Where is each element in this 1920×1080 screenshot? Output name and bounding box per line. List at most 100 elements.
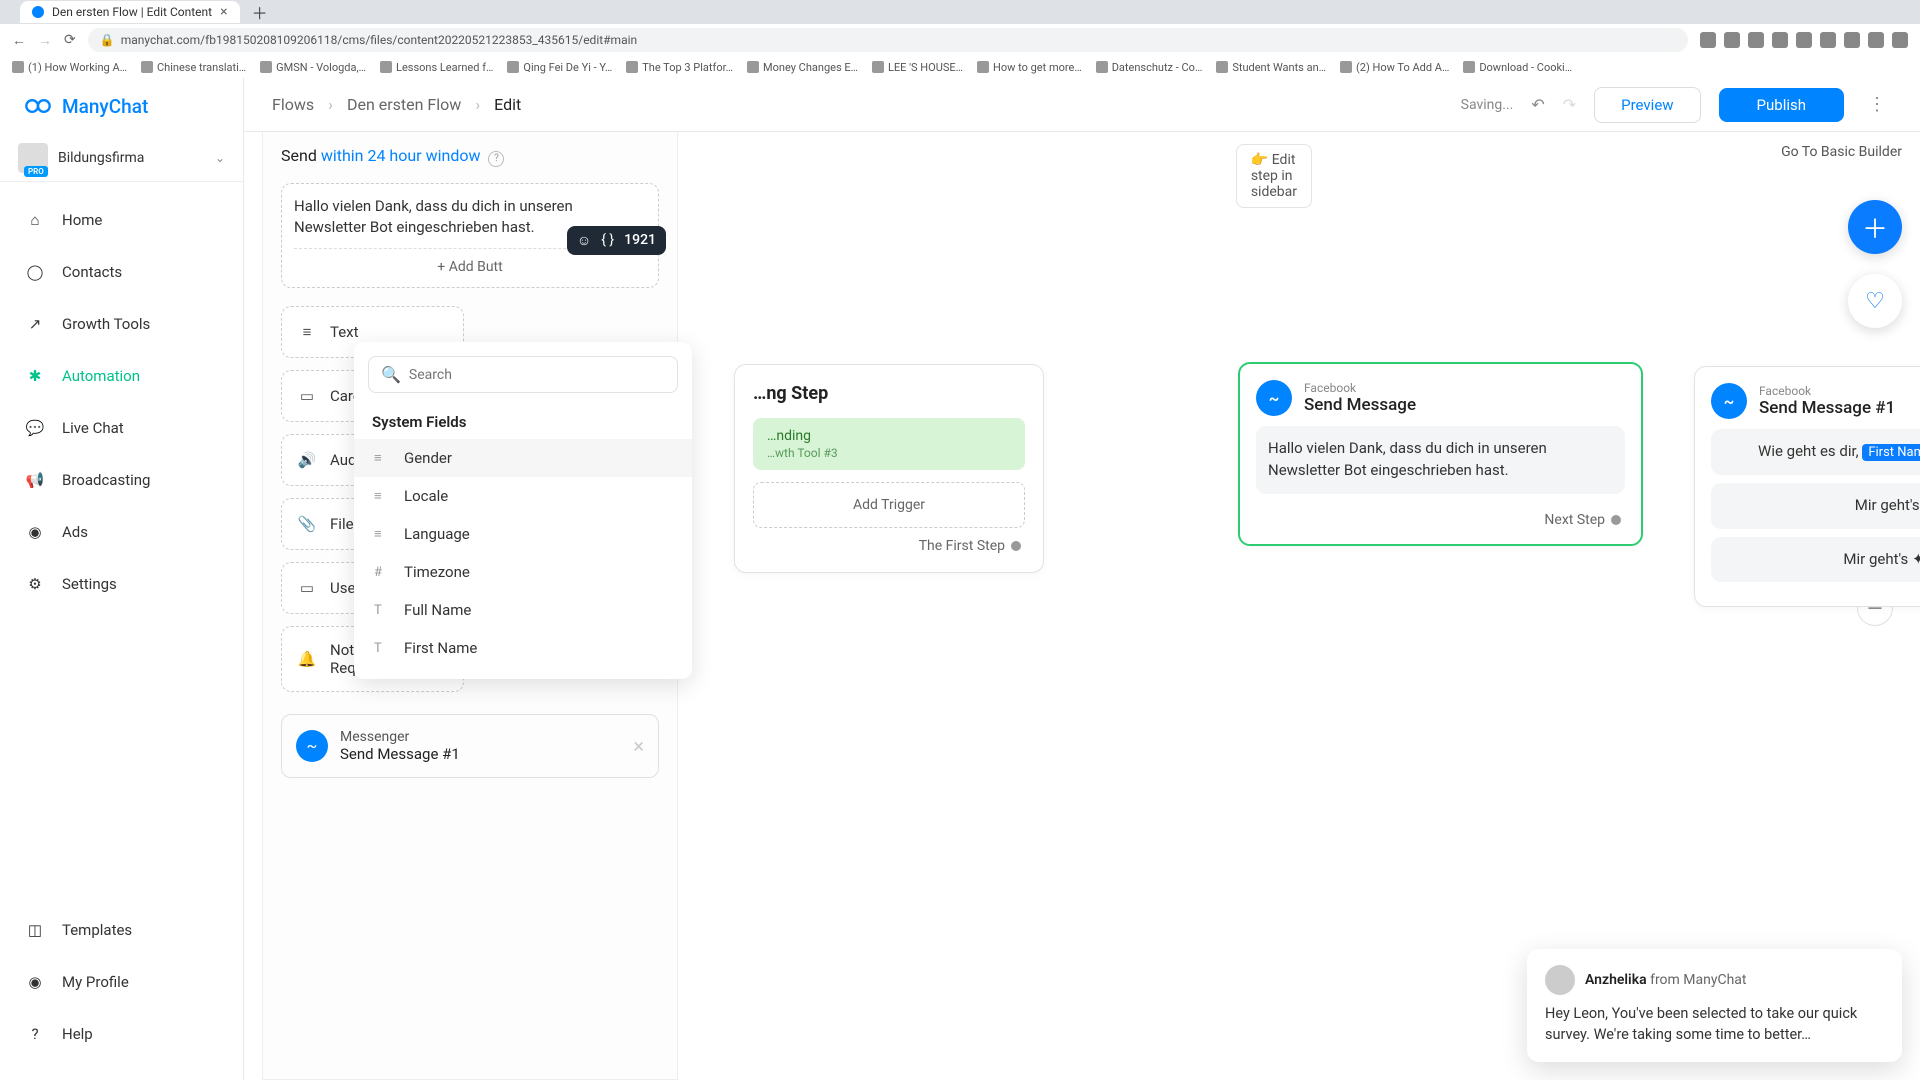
breadcrumb-edit: Edit bbox=[494, 95, 521, 114]
info-icon[interactable]: ? bbox=[488, 151, 504, 167]
preview-button[interactable]: Preview bbox=[1594, 87, 1700, 123]
breadcrumb-flow-name[interactable]: Den ersten Flow bbox=[347, 95, 461, 114]
bookmark-item[interactable]: Download - Cooki… bbox=[1463, 61, 1572, 74]
field-gender[interactable]: ≡Gender bbox=[354, 439, 692, 477]
flow-canvas[interactable]: 👉 Edit step in sidebar Go To Basic Build… bbox=[244, 132, 1920, 1080]
back-icon[interactable]: ← bbox=[12, 32, 26, 49]
url-bar[interactable]: 🔒 manychat.com/fb198150208109206118/cms/… bbox=[88, 28, 1688, 52]
ext-icon[interactable] bbox=[1844, 32, 1860, 48]
field-timezone[interactable]: #Timezone bbox=[354, 553, 692, 591]
label: File bbox=[330, 515, 354, 533]
label: Full Name bbox=[404, 601, 471, 619]
fields-search[interactable]: 🔍 bbox=[368, 356, 678, 393]
ext-icon[interactable] bbox=[1772, 32, 1788, 48]
pro-badge: PRO bbox=[24, 166, 48, 177]
message-block[interactable]: Hallo vielen Dank, dass du dich in unser… bbox=[281, 183, 659, 288]
field-language[interactable]: ≡Language bbox=[354, 515, 692, 553]
ext-icon[interactable] bbox=[1700, 32, 1716, 48]
add-step-fab[interactable]: ＋ bbox=[1848, 200, 1902, 254]
bookmark-item[interactable]: (1) How Working A… bbox=[12, 61, 127, 74]
nav-label: Home bbox=[62, 211, 102, 229]
goto-basic-builder-link[interactable]: Go To Basic Builder bbox=[1781, 144, 1902, 160]
nav-broadcasting[interactable]: 📢Broadcasting bbox=[0, 454, 243, 506]
nav-templates[interactable]: ◫Templates bbox=[0, 904, 243, 956]
url-text: manychat.com/fb198150208109206118/cms/fi… bbox=[121, 33, 637, 47]
file-icon: 📎 bbox=[296, 513, 318, 535]
next-message-card[interactable]: ~ Messenger Send Message #1 × bbox=[281, 714, 659, 778]
bookmark-item[interactable]: Qing Fei De Yi - Y… bbox=[507, 61, 612, 74]
browser-tab[interactable]: Den ersten Flow | Edit Content × bbox=[20, 1, 240, 23]
help-icon: ? bbox=[24, 1023, 46, 1045]
nav-growth-tools[interactable]: ↗Growth Tools bbox=[0, 298, 243, 350]
field-locale[interactable]: ≡Locale bbox=[354, 477, 692, 515]
variable-chip: First Name bbox=[1862, 444, 1920, 461]
close-icon[interactable]: × bbox=[220, 4, 227, 20]
facebook-icon: ~ bbox=[1256, 380, 1292, 416]
publish-button[interactable]: Publish bbox=[1719, 88, 1844, 122]
logo[interactable]: ManyChat bbox=[0, 78, 243, 134]
new-tab-button[interactable]: ＋ bbox=[252, 0, 268, 24]
app-sidebar: ManyChat PRO Bildungsfirma ⌄ ⌂Home ◯Cont… bbox=[0, 78, 244, 1080]
bookmark-item[interactable]: LEE 'S HOUSE… bbox=[872, 61, 963, 74]
platform-label: Facebook bbox=[1304, 381, 1416, 395]
search-input[interactable] bbox=[409, 367, 665, 383]
ext-icon[interactable] bbox=[1868, 32, 1884, 48]
chat-from: from ManyChat bbox=[1647, 972, 1747, 988]
emoji-icon[interactable]: ☺ bbox=[577, 232, 591, 249]
bookmark-item[interactable]: Chinese translati… bbox=[141, 61, 246, 74]
add-trigger-button[interactable]: Add Trigger bbox=[753, 482, 1025, 528]
node-send-message-1[interactable]: ~ FacebookSend Message #1 Wie geht es di… bbox=[1694, 366, 1920, 607]
step-title: Send Message #1 bbox=[340, 745, 460, 763]
node-send-message[interactable]: ~ FacebookSend Message Hallo vielen Dank… bbox=[1238, 362, 1643, 546]
more-icon[interactable]: ⋮ bbox=[1862, 94, 1892, 115]
ads-icon: ◉ bbox=[24, 521, 46, 543]
intercom-chat-popup[interactable]: Anzhelika from ManyChat Hey Leon, You've… bbox=[1527, 949, 1902, 1063]
nav-my-profile[interactable]: ◉My Profile bbox=[0, 956, 243, 1008]
ext-icon[interactable] bbox=[1724, 32, 1740, 48]
ext-icon[interactable] bbox=[1796, 32, 1812, 48]
ext-icon[interactable] bbox=[1820, 32, 1836, 48]
field-first-name[interactable]: TFirst Name bbox=[354, 629, 692, 667]
nav-contacts[interactable]: ◯Contacts bbox=[0, 246, 243, 298]
redo-icon[interactable]: ↷ bbox=[1563, 95, 1576, 114]
nav-home[interactable]: ⌂Home bbox=[0, 194, 243, 246]
chevron-down-icon: ⌄ bbox=[215, 151, 225, 165]
text-icon: T bbox=[374, 641, 390, 656]
favorite-fab[interactable]: ♡ bbox=[1848, 274, 1902, 328]
account-switcher[interactable]: PRO Bildungsfirma ⌄ bbox=[0, 134, 243, 182]
forward-icon[interactable]: → bbox=[38, 32, 52, 49]
send-window-link[interactable]: within 24 hour window bbox=[321, 146, 481, 165]
nav-label: Contacts bbox=[62, 263, 122, 281]
edit-step-sidebar-button[interactable]: 👉 Edit step in sidebar bbox=[1236, 144, 1312, 208]
bookmark-item[interactable]: GMSN - Vologda,… bbox=[260, 61, 366, 74]
nav-ads[interactable]: ◉Ads bbox=[0, 506, 243, 558]
bookmark-item[interactable]: The Top 3 Platfor… bbox=[626, 61, 733, 74]
connector-dot[interactable] bbox=[1611, 515, 1621, 525]
bookmark-item[interactable]: Lessons Learned f… bbox=[380, 61, 493, 74]
connector-dot[interactable] bbox=[1011, 541, 1021, 551]
extension-icons bbox=[1700, 32, 1908, 48]
node-starting-step[interactable]: …ng Step …nding …wth Tool #3 Add Trigger… bbox=[734, 364, 1044, 573]
undo-icon[interactable]: ↶ bbox=[1531, 95, 1544, 114]
card-icon: ▭ bbox=[296, 385, 318, 407]
field-full-name[interactable]: TFull Name bbox=[354, 591, 692, 629]
profile-icon: ◉ bbox=[24, 971, 46, 993]
bookmark-item[interactable]: Money Changes E… bbox=[747, 61, 858, 74]
gear-icon: ⚙ bbox=[24, 573, 46, 595]
ext-icon[interactable] bbox=[1892, 32, 1908, 48]
close-icon[interactable]: × bbox=[633, 734, 644, 758]
braces-icon[interactable]: { } bbox=[601, 232, 614, 248]
bookmark-item[interactable]: Student Wants an… bbox=[1216, 61, 1326, 74]
trigger-pill[interactable]: …nding …wth Tool #3 bbox=[753, 418, 1025, 470]
nav-automation[interactable]: ✱Automation bbox=[0, 350, 243, 402]
breadcrumb-flows[interactable]: Flows bbox=[272, 95, 314, 114]
bookmark-item[interactable]: How to get more… bbox=[977, 61, 1082, 74]
nav-help[interactable]: ?Help bbox=[0, 1008, 243, 1060]
bookmark-item[interactable]: Datenschutz - Co… bbox=[1096, 61, 1203, 74]
text-icon: ≡ bbox=[296, 321, 318, 343]
nav-live-chat[interactable]: 💬Live Chat bbox=[0, 402, 243, 454]
nav-settings[interactable]: ⚙Settings bbox=[0, 558, 243, 610]
bookmark-item[interactable]: (2) How To Add A… bbox=[1340, 61, 1449, 74]
reload-icon[interactable]: ⟳ bbox=[64, 32, 76, 48]
ext-icon[interactable] bbox=[1748, 32, 1764, 48]
